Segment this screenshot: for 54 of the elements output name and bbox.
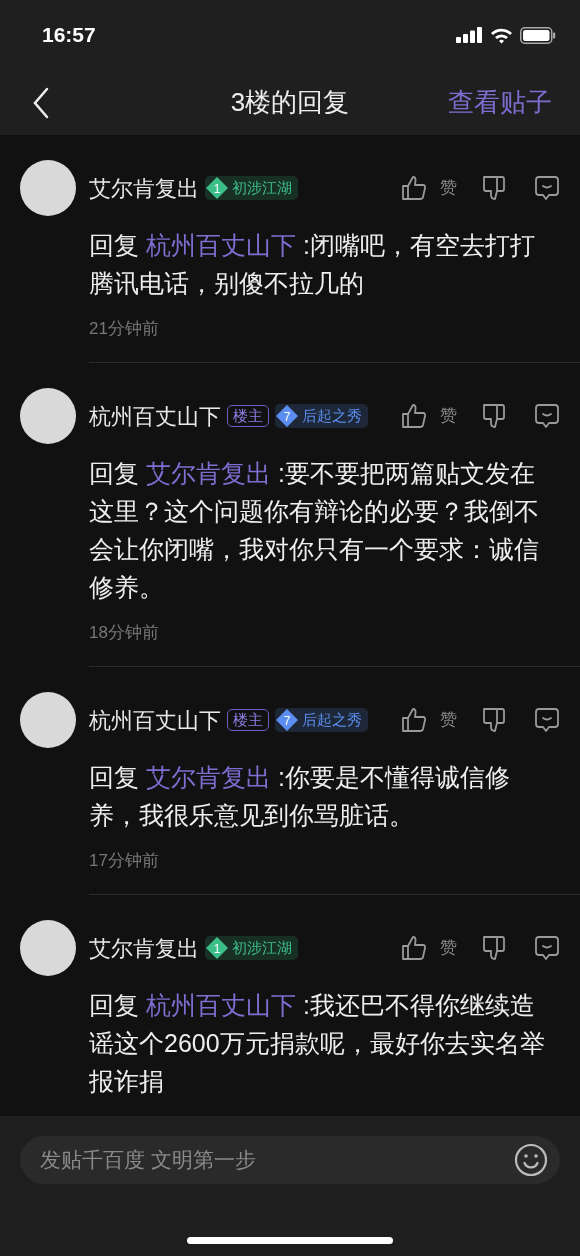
like-label[interactable]: 赞 [440, 403, 457, 429]
level-badge: 7 后起之秀 [275, 708, 368, 732]
username[interactable]: 杭州百丈山下 [89, 703, 221, 737]
comment-time: 17分钟前 [89, 850, 160, 872]
gem-icon: 7 [275, 404, 299, 428]
level-badge: 7 后起之秀 [275, 404, 368, 428]
emoji-icon[interactable] [514, 1143, 548, 1177]
reply-icon[interactable] [534, 707, 560, 733]
thumbs-down-icon[interactable] [481, 707, 507, 733]
like-label[interactable]: 赞 [440, 175, 457, 201]
mention-link[interactable]: 杭州百丈山下 [145, 231, 296, 259]
status-time: 16:57 [42, 22, 96, 49]
like-label[interactable]: 赞 [440, 935, 457, 961]
username[interactable]: 艾尔肯复出 [89, 171, 199, 205]
level-badge: 1 初涉江湖 [205, 936, 298, 960]
op-badge: 楼主 [227, 709, 269, 731]
thumbs-down-icon[interactable] [481, 403, 507, 429]
comment-input-field[interactable]: 发贴千百度 文明第一步 [20, 1136, 560, 1184]
avatar-photo-placeholder[interactable] [20, 388, 76, 444]
thumbs-up-icon[interactable] [401, 935, 427, 961]
signal-icon [456, 27, 483, 43]
avatar-photo-placeholder[interactable] [20, 160, 76, 216]
comment-time: 18分钟前 [89, 622, 160, 644]
thumbs-up-icon[interactable] [401, 707, 427, 733]
reply-icon[interactable] [534, 175, 560, 201]
mention-link[interactable]: 艾尔肯复出 [145, 763, 271, 791]
like-label[interactable]: 赞 [440, 707, 457, 733]
username[interactable]: 艾尔肯复出 [89, 931, 199, 965]
battery-icon [520, 26, 556, 44]
username[interactable]: 杭州百丈山下 [89, 399, 221, 433]
op-badge: 楼主 [227, 405, 269, 427]
reply-icon[interactable] [534, 935, 560, 961]
mention-link[interactable]: 艾尔肯复出 [145, 459, 271, 487]
thumbs-down-icon[interactable] [481, 175, 507, 201]
reply-icon[interactable] [534, 403, 560, 429]
mention-link[interactable]: 杭州百丈山下 [145, 991, 296, 1019]
thumbs-up-icon[interactable] [401, 175, 427, 201]
wifi-icon [490, 26, 513, 44]
comment-text: 回复 艾尔肯复出 :你要是不懂得诚信修养，我很乐意见到你骂脏话。 [89, 762, 511, 831]
avatar-photo-placeholder[interactable] [20, 692, 76, 748]
avatar-photo-placeholder[interactable] [20, 920, 76, 976]
back-icon[interactable] [32, 86, 50, 119]
comment-text: 回复 艾尔肯复出 :要不要把两篇贴文发在这里？这个问题你有辩论的必要？我倒不会让你闭嘴，我对你只有一个要求：诚信修养。 [89, 458, 540, 603]
gem-icon: 1 [205, 176, 229, 200]
thumbs-down-icon[interactable] [481, 935, 507, 961]
thumbs-up-icon[interactable] [401, 403, 427, 429]
gem-icon: 1 [205, 936, 229, 960]
comment-time: 21分钟前 [89, 318, 160, 340]
gem-icon: 7 [275, 708, 299, 732]
level-badge: 1 初涉江湖 [205, 176, 298, 200]
comment-text: 回复 杭州百丈山下 :我还巴不得你继续造谣这个2600万元捐款呢，最好你去实名举报诈捐 [89, 990, 546, 1097]
page-title: 3楼的回复 [230, 86, 350, 119]
comment-text: 回复 杭州百丈山下 :闭嘴吧，有空去打打腾讯电话，别傻不拉几的 [89, 230, 536, 299]
view-post-link[interactable]: 查看贴子 [448, 83, 552, 122]
